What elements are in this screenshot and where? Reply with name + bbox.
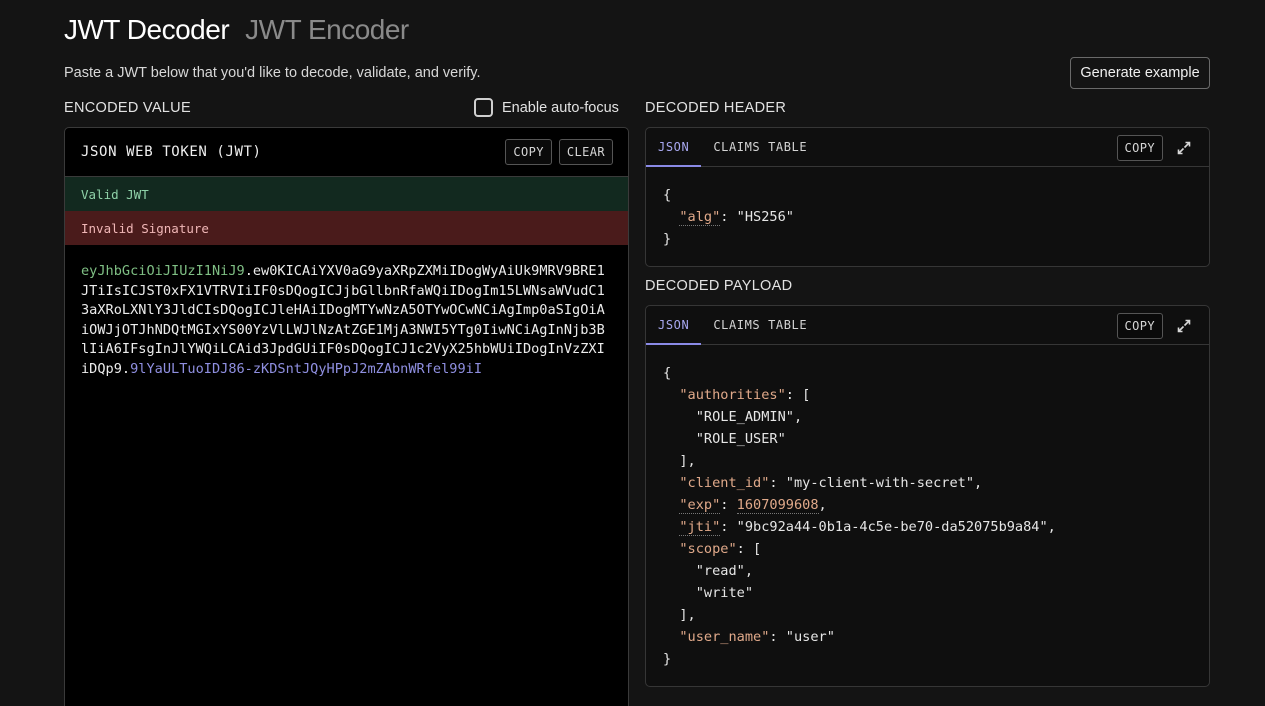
- expand-icon[interactable]: [1173, 314, 1195, 338]
- json-brace: {: [663, 365, 672, 381]
- token-input[interactable]: eyJhbGciOiJIUzI1NiJ9.ew0KICAiYXV0aG9yaXR…: [65, 245, 628, 380]
- tool-tabs: JWT Decoder JWT Encoder: [64, 14, 409, 46]
- json-value: "user": [785, 629, 835, 645]
- expand-icon[interactable]: [1173, 136, 1195, 160]
- json-key: "user_name": [679, 629, 770, 645]
- tab-jwt-encoder[interactable]: JWT Encoder: [245, 14, 409, 46]
- json-key: "scope": [679, 541, 737, 557]
- tab-payload-json[interactable]: JSON: [646, 306, 702, 345]
- json-key: "client_id": [679, 475, 770, 491]
- generate-example-button[interactable]: Generate example: [1070, 57, 1210, 89]
- json-value: "HS256": [736, 209, 794, 225]
- json-brace: }: [663, 651, 672, 667]
- tab-jwt-decoder[interactable]: JWT Decoder: [64, 14, 230, 46]
- clear-token-button[interactable]: CLEAR: [558, 139, 613, 165]
- token-payload-part: ew0KICAiYXV0aG9yaXRpZXMiIDogWyAiUk9MRV9B…: [81, 263, 605, 377]
- encoded-token-panel: JSON WEB TOKEN (JWT) COPY CLEAR Valid JW…: [64, 127, 629, 706]
- autofocus-toggle[interactable]: Enable auto-focus: [474, 98, 619, 117]
- decoded-header-panel: JSON CLAIMS TABLE COPY { "alg": "HS256" …: [645, 127, 1210, 267]
- json-value: "9bc92a44-0b1a-4c5e-be70-da52075b9a84",: [736, 519, 1056, 535]
- status-valid-jwt: Valid JWT: [65, 177, 628, 211]
- token-signature-part: 9lYaULTuoIDJ86-zKDSntJQyHPpJ2mZAbnWRfel9…: [130, 360, 483, 377]
- json-value: "ROLE_USER": [695, 431, 786, 447]
- json-value: "read",: [695, 563, 754, 579]
- token-dot: .: [121, 360, 131, 377]
- json-key: "jti": [679, 519, 721, 536]
- decoded-payload-label: DECODED PAYLOAD: [645, 278, 793, 294]
- json-value[interactable]: 1607099608: [736, 497, 819, 514]
- json-bracket: ],: [679, 453, 696, 469]
- json-value: "write": [695, 585, 754, 601]
- json-key: "alg": [679, 209, 721, 226]
- json-brace: {: [663, 187, 672, 203]
- decoded-payload-json: { "authorities": [ "ROLE_ADMIN", "ROLE_U…: [663, 365, 1056, 667]
- copy-payload-button[interactable]: COPY: [1116, 313, 1163, 339]
- tab-header-claims-table[interactable]: CLAIMS TABLE: [701, 128, 819, 166]
- tab-payload-claims-table[interactable]: CLAIMS TABLE: [701, 306, 819, 344]
- encoded-panel-header: JSON WEB TOKEN (JWT) COPY CLEAR: [65, 128, 628, 177]
- decoded-header-json: { "alg": "HS256" }: [663, 187, 794, 247]
- autofocus-checkbox[interactable]: [474, 98, 493, 117]
- decoded-header-label: DECODED HEADER: [645, 100, 787, 116]
- json-key: "exp": [679, 497, 721, 514]
- decoded-header-tabs: JSON CLAIMS TABLE COPY: [646, 128, 1209, 167]
- page-subtitle: Paste a JWT below that you'd like to dec…: [64, 65, 481, 81]
- copy-token-button[interactable]: COPY: [505, 139, 552, 165]
- autofocus-label: Enable auto-focus: [502, 99, 619, 116]
- decoded-payload-tabs: JSON CLAIMS TABLE COPY: [646, 306, 1209, 345]
- encoded-value-label: ENCODED VALUE: [64, 100, 191, 116]
- json-value: "ROLE_ADMIN",: [695, 409, 803, 425]
- status-invalid-signature: Invalid Signature: [65, 211, 628, 245]
- encoded-panel-title: JSON WEB TOKEN (JWT): [81, 144, 262, 160]
- copy-header-button[interactable]: COPY: [1116, 135, 1163, 161]
- tab-header-json[interactable]: JSON: [646, 128, 702, 167]
- json-brace: }: [663, 231, 672, 247]
- token-dot: .: [244, 263, 253, 279]
- token-header-part: eyJhbGciOiJIUzI1NiJ9: [81, 263, 245, 279]
- decoded-payload-panel: JSON CLAIMS TABLE COPY { "authorities": …: [645, 305, 1210, 687]
- json-bracket: ],: [679, 607, 696, 623]
- json-key: "authorities": [679, 387, 786, 403]
- json-value: "my-client-with-secret",: [785, 475, 983, 491]
